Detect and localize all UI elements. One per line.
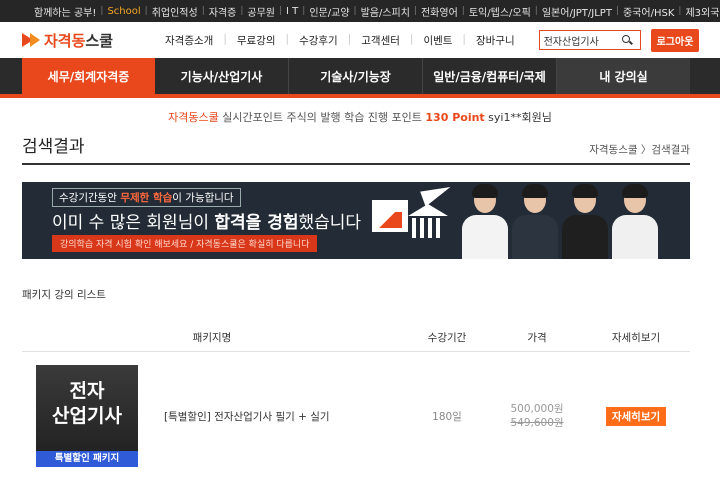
search-box: [538, 30, 641, 50]
point-value: 130 Point: [425, 111, 485, 124]
site-header: 자격동 스쿨 자격증소개 | 무료강의 | 수강후기 | 고객센터 | 이벤트 |…: [0, 22, 720, 58]
thumbnail-badge: 특별할인 패키지: [36, 451, 138, 467]
topbar-link-humanities[interactable]: 인문/교양: [305, 4, 353, 19]
banner-person-2: [512, 184, 558, 259]
nav-events[interactable]: 이벤트: [413, 33, 462, 48]
category-general-finance[interactable]: 일반/금융/컴퓨터/국제: [423, 58, 557, 94]
banner-person-4: [612, 184, 658, 259]
topbar-link-foreign[interactable]: 제3외국어: [681, 4, 720, 19]
point-text: 실시간포인트 주식의 발행 학습 진행 포인트: [218, 111, 426, 124]
site-logo[interactable]: 자격동 스쿨: [22, 30, 113, 51]
topbar-link-japanese[interactable]: 일본어/JPT/JLPT: [538, 4, 616, 19]
table-header: 패키지명 수강기간 가격 자세히보기: [22, 324, 690, 352]
banner-headline-a: 이미 수 많은 회원님이: [52, 213, 215, 233]
banner-tag: 수강기간동안 무제한 학습이 가능합니다: [52, 188, 241, 207]
topbar-link-phone-english[interactable]: 전화영어: [417, 4, 462, 19]
topbar-slogan: 함께하는 공부!: [34, 7, 97, 19]
page-header: 검색결과 자격동스쿨 〉검색결과: [22, 137, 690, 165]
logout-button[interactable]: 로그아웃: [650, 28, 700, 52]
thumbnail-title-line1: 전자: [69, 380, 105, 402]
user-name: syi1**회원님: [484, 111, 552, 124]
table-row: 전자산업기사 특별할인 패키지 [특별할인] 전자산업기사 필기 + 실기 18…: [22, 364, 690, 468]
search-input[interactable]: [543, 34, 622, 46]
logo-text-primary: 자격동: [44, 31, 86, 50]
detail-button[interactable]: 자세히보기: [605, 406, 667, 426]
detail-cell: 자세히보기: [582, 406, 690, 426]
package-list-title: 패키지 강의 리스트: [22, 289, 106, 301]
banner-person-1: [462, 184, 508, 259]
top-utility-bar: 함께하는 공부! | School | 취업인적성 | 자격증 | 공무원 | …: [0, 0, 720, 22]
paper-plane-icon: [420, 182, 454, 207]
banner-subtext: 강의학습 자격 시험 확인 해보세요 / 자격동스쿨은 확실히 다릅니다: [52, 235, 318, 252]
logo-text-secondary: 스쿨: [85, 31, 114, 50]
search-icon[interactable]: [621, 34, 633, 46]
header-name: 패키지명: [192, 332, 232, 344]
category-technician[interactable]: 기능사/산업기사: [155, 58, 289, 94]
topbar-link-it[interactable]: I T: [282, 6, 302, 17]
package-name[interactable]: [특별할인] 전자산업기사 필기 + 실기: [138, 409, 402, 424]
page-title: 검색결과: [22, 137, 85, 157]
banner-tag-b: 이 가능합니다: [172, 192, 234, 204]
topbar-link-speech[interactable]: 발음/스피치: [357, 4, 414, 19]
topbar-link-job[interactable]: 취업인적성: [148, 4, 202, 19]
banner-tag-highlight: 무제한 학습: [120, 192, 173, 204]
banner-person-3: [562, 184, 608, 259]
nav-license-info[interactable]: 자격증소개: [155, 33, 223, 48]
package-duration: 180일: [432, 410, 462, 423]
header-duration: 수강기간: [427, 332, 467, 344]
bank-roof-icon: [408, 204, 448, 216]
package-original-price: 549,600원: [510, 417, 564, 429]
category-my-classroom[interactable]: 내 강의실: [557, 58, 690, 94]
thumbnail-title-line2: 산업기사: [52, 405, 122, 427]
header-detail: 자세히보기: [611, 332, 661, 344]
nav-cart[interactable]: 장바구니: [466, 33, 525, 48]
header-price: 가격: [527, 332, 547, 344]
promo-banner[interactable]: 수강기간동안 무제한 학습이 가능합니다 이미 수 많은 회원님이 합격을 경험…: [22, 182, 690, 259]
category-professional-engineer[interactable]: 기술사/기능장: [289, 58, 423, 94]
topbar-link-school[interactable]: School: [103, 6, 144, 17]
topbar-link-chinese[interactable]: 중국어/HSK: [619, 4, 678, 19]
chart-illustration-icon: [372, 200, 408, 232]
banner-tag-a: 수강기간동안: [59, 192, 121, 204]
nav-customer-center[interactable]: 고객센터: [351, 33, 410, 48]
banner-headline-c: 했습니다: [298, 213, 362, 233]
package-price: 500,000원 549,600원: [492, 402, 582, 430]
main-nav: 자격증소개 | 무료강의 | 수강후기 | 고객센터 | 이벤트 | 장바구니: [155, 33, 525, 48]
nav-reviews[interactable]: 수강후기: [289, 33, 348, 48]
package-sale-price: 500,000원: [510, 403, 564, 415]
point-brand: 자격동스쿨: [168, 111, 219, 124]
topbar-link-civil[interactable]: 공무원: [243, 4, 279, 19]
logo-icon: [22, 33, 40, 47]
banner-headline-bold: 합격을 경험: [214, 213, 299, 233]
point-status-bar: 자격동스쿨 실시간포인트 주식의 발행 학습 진행 포인트 130 Point …: [0, 109, 720, 125]
package-thumbnail[interactable]: 전자산업기사 특별할인 패키지: [36, 365, 138, 467]
banner-headline: 이미 수 많은 회원님이 합격을 경험했습니다: [52, 208, 361, 233]
bank-columns-icon: [412, 218, 444, 238]
topbar-link-license[interactable]: 자격증: [205, 4, 241, 19]
category-nav: 세무/회계자격증 기능사/산업기사 기술사/기능장 일반/금융/컴퓨터/국제 내…: [0, 58, 720, 98]
category-tax-accounting[interactable]: 세무/회계자격증: [22, 58, 155, 94]
breadcrumb: 자격동스쿨 〉검색결과: [589, 144, 690, 156]
nav-free-lecture[interactable]: 무료강의: [227, 33, 286, 48]
topbar-link-toeic[interactable]: 토익/텝스/오픽: [465, 4, 535, 19]
thumbnail-title: 전자산업기사: [36, 379, 138, 429]
